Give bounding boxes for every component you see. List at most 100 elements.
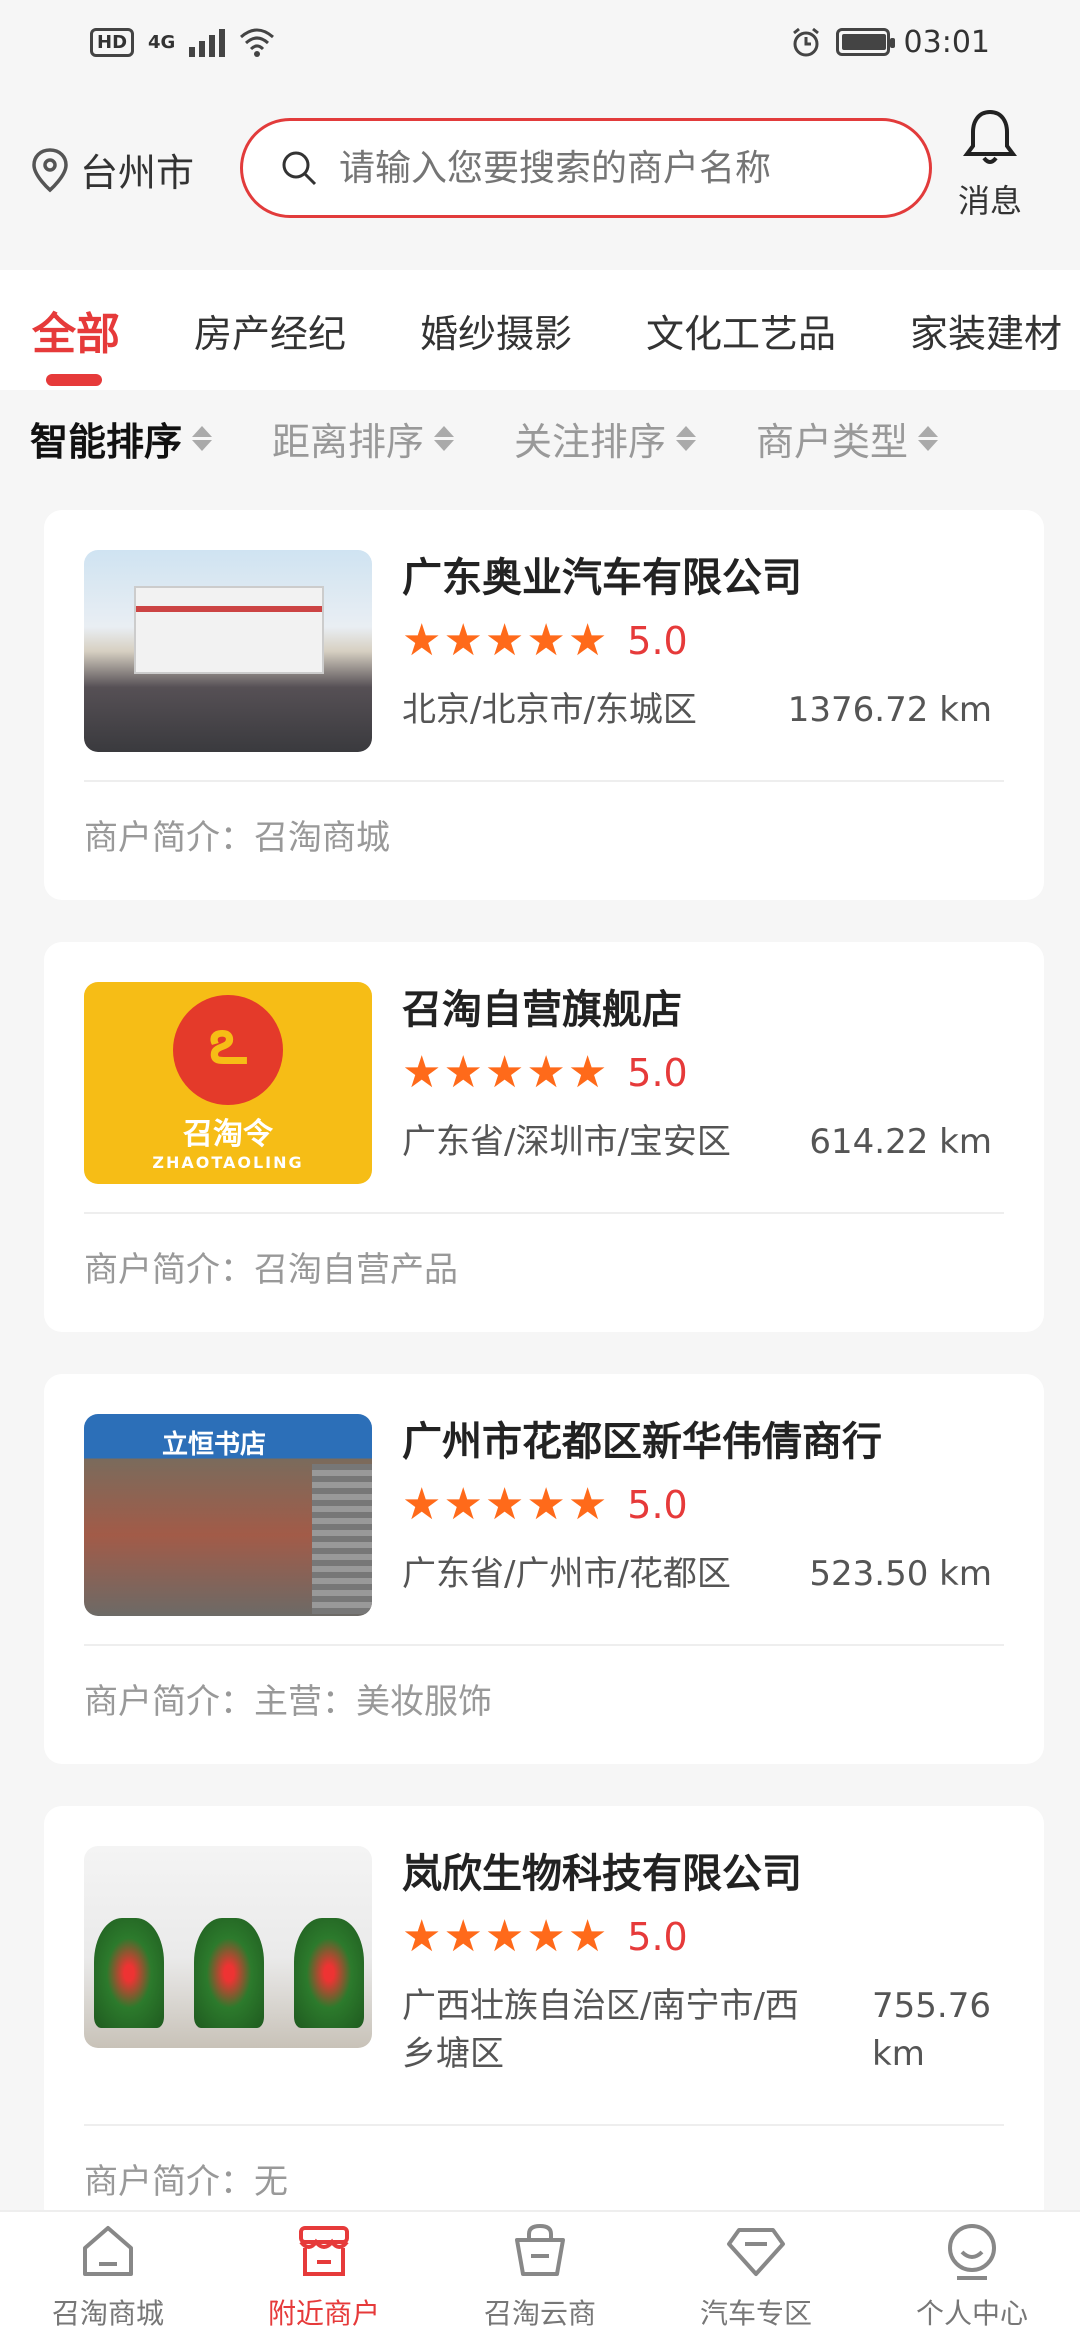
category-tabs: 全部 房产经纪 婚纱摄影 文化工艺品 家装建材 <box>0 270 1080 390</box>
sort-bar: 智能排序 距离排序 关注排序 商户类型 <box>0 390 1080 486</box>
shop-icon <box>299 2226 349 2276</box>
status-time: 03:01 <box>903 24 990 60</box>
sort-follow[interactable]: 关注排序 <box>514 411 697 466</box>
nav-label: 汽车专区 <box>699 2297 812 2330</box>
status-left: HD 4G <box>90 27 275 57</box>
star-icon: ★ <box>484 1479 525 1530</box>
merchant-distance: 523.50 km <box>809 1554 992 1594</box>
tab-real-estate[interactable]: 房产经纪 <box>194 303 346 358</box>
nav-label: 召淘商城 <box>51 2297 164 2330</box>
tab-wedding-photo[interactable]: 婚纱摄影 <box>420 303 572 358</box>
nav-item-nearby[interactable]: 附近商户 <box>216 2212 432 2340</box>
merchant-thumbnail: ఽ 召淘令 ZHAOTAOLING <box>84 982 372 1184</box>
rating-stars: ★ ★ ★ ★ ★ 5.0 <box>402 1050 1002 1096</box>
merchant-address: 北京/北京市/东城区 <box>402 690 697 730</box>
location-pin-icon <box>32 147 68 192</box>
nav-label: 附近商户 <box>267 2297 380 2330</box>
hd-badge: HD <box>90 27 135 57</box>
rating-score: 5.0 <box>627 1051 688 1095</box>
home-icon <box>83 2226 133 2276</box>
merchant-card[interactable]: 立恒书店 广州市花都区新华伟倩商行 ★ ★ ★ ★ ★ 5.0 广东省/广州市/… <box>44 1374 1044 1764</box>
sort-smart-label: 智能排序 <box>30 419 183 464</box>
star-icon: ★ <box>484 1911 525 1962</box>
nav-item-mall[interactable]: 召淘商城 <box>0 2212 216 2340</box>
nav-item-cloud[interactable]: 召淘云商 <box>432 2212 648 2340</box>
star-icon: ★ <box>526 615 566 666</box>
tab-all[interactable]: 全部 <box>32 298 120 386</box>
merchant-distance: 755.76 km <box>872 1986 991 2074</box>
merchant-info: 广州市花都区新华伟倩商行 ★ ★ ★ ★ ★ 5.0 广东省/广州市/花都区 5… <box>402 1414 1002 1598</box>
sort-caret-icon <box>676 425 697 451</box>
sort-merchant-type[interactable]: 商户类型 <box>756 411 939 466</box>
merchant-distance: 614.22 km <box>809 1122 992 1162</box>
rating-stars: ★ ★ ★ ★ ★ 5.0 <box>402 618 1002 664</box>
merchant-distance: 1376.72 km <box>787 690 992 730</box>
merchant-list: 广东奥业汽车有限公司 ★ ★ ★ ★ ★ 5.0 北京/北京市/东城区 1376… <box>44 510 1044 2268</box>
page: HD 4G 03:01 台州市 请输入您要搜索的商户名称 消息 全部 房产经纪 … <box>0 0 1080 2340</box>
nav-item-profile[interactable]: 个人中心 <box>864 2212 1080 2340</box>
status-bar: HD 4G 03:01 <box>0 0 1080 84</box>
address-row: 广东省/广州市/花都区 523.50 km <box>402 1550 992 1598</box>
logo-subtext: ZHAOTAOLING <box>152 1152 304 1172</box>
merchant-info: 广东奥业汽车有限公司 ★ ★ ★ ★ ★ 5.0 北京/北京市/东城区 1376… <box>402 550 1002 734</box>
merchant-name: 岚欣生物科技有限公司 <box>402 1851 802 1897</box>
star-icon: ★ <box>443 1911 483 1962</box>
sort-smart[interactable]: 智能排序 <box>30 411 213 466</box>
message-button[interactable]: 消息 <box>958 108 1022 222</box>
wifi-icon <box>240 28 275 57</box>
star-icon: ★ <box>567 1479 608 1530</box>
sort-distance-label: 距离排序 <box>272 419 425 464</box>
address-row: 北京/北京市/东城区 1376.72 km <box>402 686 992 734</box>
search-bar[interactable] <box>240 118 932 218</box>
merchant-brief: 商户简介：主营：美妆服饰 <box>84 1682 492 1722</box>
logo-text: 召淘令 <box>183 1116 273 1152</box>
merchant-info: 召淘自营旗舰店 ★ ★ ★ ★ ★ 5.0 广东省/深圳市/宝安区 614.22… <box>402 982 1002 1166</box>
sort-distance[interactable]: 距离排序 <box>272 411 455 466</box>
city-label: 台州市 <box>80 151 195 195</box>
star-icon: ★ <box>526 1479 566 1530</box>
sort-caret-icon <box>434 425 455 451</box>
alarm-icon <box>792 27 819 57</box>
shop-sign: 立恒书店 <box>161 1429 266 1460</box>
tab-crafts[interactable]: 文化工艺品 <box>646 303 836 358</box>
nav-label: 个人中心 <box>915 2297 1028 2330</box>
merchant-thumbnail <box>84 1846 372 2048</box>
location-selector[interactable]: 台州市 <box>30 142 194 197</box>
rating-score: 5.0 <box>627 1483 688 1527</box>
merchant-address: 广东省/深圳市/宝安区 <box>402 1122 731 1162</box>
merchant-brief: 商户简介：无 <box>84 2162 288 2202</box>
flower-basket-image <box>294 1918 364 2028</box>
merchant-card[interactable]: 岚欣生物科技有限公司 ★ ★ ★ ★ ★ 5.0 广西壮族自治区/南宁市/西乡塘… <box>44 1806 1044 2226</box>
star-icon: ★ <box>567 1047 608 1098</box>
search-input[interactable] <box>339 147 899 189</box>
merchant-card[interactable]: 广东奥业汽车有限公司 ★ ★ ★ ★ ★ 5.0 北京/北京市/东城区 1376… <box>44 510 1044 900</box>
merchant-address: 广东省/广州市/花都区 <box>402 1554 731 1594</box>
nav-item-auto[interactable]: 汽车专区 <box>648 2212 864 2340</box>
status-right: 03:01 <box>790 25 990 60</box>
rating-score: 5.0 <box>627 1915 688 1959</box>
basket-icon <box>515 2223 565 2276</box>
merchant-name: 广东奥业汽车有限公司 <box>402 555 802 601</box>
rating-score: 5.0 <box>627 619 688 663</box>
flower-basket-image <box>194 1918 264 2028</box>
star-icon: ★ <box>567 615 608 666</box>
sort-follow-label: 关注排序 <box>514 419 667 464</box>
bell-icon <box>963 109 1017 164</box>
tab-home-building[interactable]: 家装建材 <box>910 303 1062 358</box>
merchant-card[interactable]: ఽ 召淘令 ZHAOTAOLING 召淘自营旗舰店 ★ ★ ★ ★ ★ 5.0 … <box>44 942 1044 1332</box>
star-icon: ★ <box>526 1047 566 1098</box>
merchant-info: 岚欣生物科技有限公司 ★ ★ ★ ★ ★ 5.0 广西壮族自治区/南宁市/西乡塘… <box>402 1846 1002 2078</box>
merchant-brief: 商户简介：召淘商城 <box>84 818 390 858</box>
star-icon: ★ <box>402 1479 442 1530</box>
star-icon: ★ <box>443 1479 483 1530</box>
merchant-thumbnail <box>84 550 372 752</box>
star-icon: ★ <box>567 1911 608 1962</box>
nav-label: 召淘云商 <box>483 2297 596 2330</box>
flower-basket-image <box>94 1918 164 2028</box>
address-row: 广西壮族自治区/南宁市/西乡塘区 755.76 km <box>402 1982 992 2078</box>
divider <box>84 1644 1004 1646</box>
merchant-brief: 商户简介：召淘自营产品 <box>84 1250 458 1290</box>
diamond-icon <box>727 2228 785 2276</box>
building-image <box>134 586 324 674</box>
signal-icon <box>189 27 226 57</box>
